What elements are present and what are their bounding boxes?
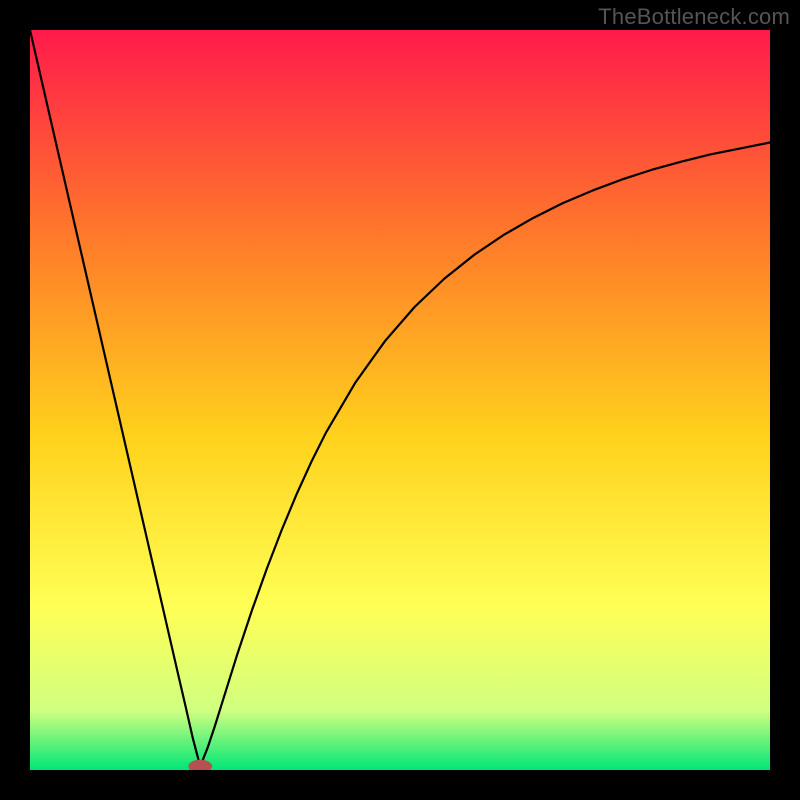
chart-svg [30,30,770,770]
plot-area [30,30,770,770]
watermark-text: TheBottleneck.com [598,4,790,30]
gradient-background [30,30,770,770]
chart-frame: TheBottleneck.com [0,0,800,800]
